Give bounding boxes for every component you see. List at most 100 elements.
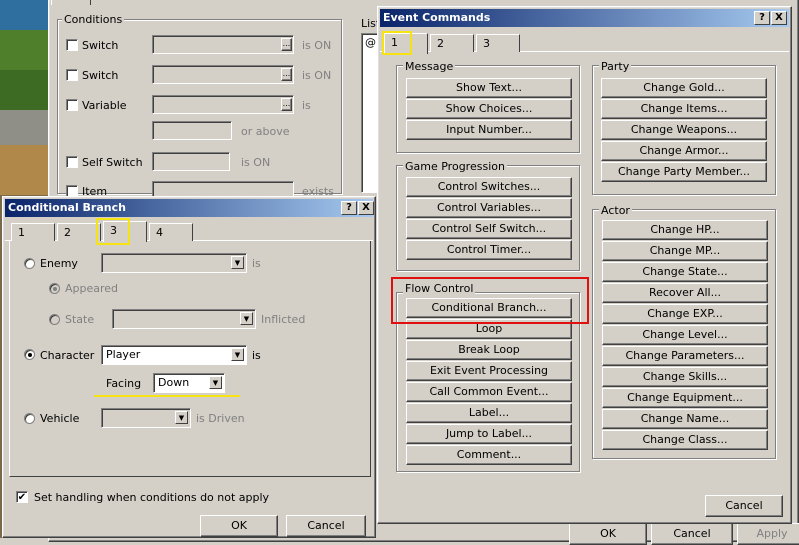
vehicle-radio[interactable] [24, 413, 35, 424]
variable-value-spinner[interactable] [152, 121, 232, 140]
help-button[interactable]: ? [754, 11, 770, 25]
vehicle-label: Vehicle [40, 412, 80, 425]
or-above-label: or above [241, 125, 290, 138]
change-level-button[interactable]: Change Level... [602, 325, 768, 345]
character-suffix: is [252, 349, 261, 362]
show-choices-button[interactable]: Show Choices... [406, 99, 572, 119]
switch2-browse-button[interactable]: ... [281, 68, 292, 81]
conditional-branch-titlebar: Conditional Branch [5, 199, 373, 217]
cb-tab-4[interactable]: 4 [149, 223, 193, 241]
switch2-suffix: is ON [302, 69, 332, 82]
character-radio[interactable] [24, 349, 35, 360]
change-parameters-button[interactable]: Change Parameters... [602, 346, 768, 366]
character-select[interactable]: Player [101, 345, 247, 365]
call-common-event-button[interactable]: Call Common Event... [406, 382, 572, 402]
handling-label: Set handling when conditions do not appl… [34, 491, 270, 504]
change-equipment-button[interactable]: Change Equipment... [602, 388, 768, 408]
event-commands-cancel-button[interactable]: Cancel [705, 495, 783, 517]
change-name-button[interactable]: Change Name... [602, 409, 768, 429]
variable-checkbox[interactable] [66, 99, 78, 111]
enemy-label: Enemy [40, 257, 78, 270]
event-commands-title: Event Commands [383, 11, 491, 24]
bg-tab[interactable] [51, 0, 91, 5]
close-icon[interactable]: X [771, 11, 787, 25]
state-radio[interactable] [49, 314, 60, 325]
tab-2[interactable]: 2 [430, 34, 474, 52]
change-armor-button[interactable]: Change Armor... [601, 141, 767, 161]
break-loop-button[interactable]: Break Loop [406, 340, 572, 360]
label-button[interactable]: Label... [406, 403, 572, 423]
message-label: Message [403, 60, 456, 73]
cb-close-icon[interactable]: X [358, 201, 374, 215]
jump-to-label-button[interactable]: Jump to Label... [406, 424, 572, 444]
show-text-button[interactable]: Show Text... [406, 78, 572, 98]
control-variables-button[interactable]: Control Variables... [406, 198, 572, 218]
switch1-suffix: is ON [302, 39, 332, 52]
tab-3[interactable]: 3 [476, 34, 520, 52]
appeared-radio[interactable] [49, 283, 60, 294]
change-state-button[interactable]: Change State... [602, 262, 768, 282]
switch1-checkbox[interactable] [66, 39, 78, 51]
character-dropdown-icon[interactable]: ▼ [231, 348, 244, 361]
change-mp-button[interactable]: Change MP... [602, 241, 768, 261]
change-skills-button[interactable]: Change Skills... [602, 367, 768, 387]
comment-button[interactable]: Comment... [406, 445, 572, 465]
conditions-label: Conditions [62, 13, 125, 26]
cb-ok-button[interactable]: OK [200, 515, 278, 537]
inflicted-label: Inflicted [261, 313, 306, 326]
conditional-branch-title: Conditional Branch [8, 201, 126, 214]
conditional-branch-window: Conditional Branch ? X 1 2 3 4 Enemy ▼ i… [2, 196, 376, 538]
cb-tab-2[interactable]: 2 [57, 223, 101, 241]
state-label: State [65, 313, 95, 326]
state-dropdown-icon[interactable]: ▼ [240, 312, 253, 325]
bg-apply-button[interactable]: Apply [737, 523, 799, 545]
change-exp-button[interactable]: Change EXP... [602, 304, 768, 324]
exit-event-processing-button[interactable]: Exit Event Processing [406, 361, 572, 381]
vehicle-dropdown-icon[interactable]: ▼ [175, 411, 188, 424]
switch1-browse-button[interactable]: ... [281, 38, 292, 51]
change-class-button[interactable]: Change Class... [602, 430, 768, 450]
switch2-label: Switch [82, 69, 119, 82]
enemy-suffix: is [252, 257, 261, 270]
cb-tab-1[interactable]: 1 [11, 223, 55, 241]
switch2-checkbox[interactable] [66, 69, 78, 81]
tile-grass [0, 30, 48, 70]
switch1-field [152, 35, 294, 54]
input-number-button[interactable]: Input Number... [406, 120, 572, 140]
bg-cancel-button[interactable]: Cancel [651, 523, 733, 545]
change-weapons-button[interactable]: Change Weapons... [601, 120, 767, 140]
facing-underline-highlight [94, 395, 240, 397]
control-timer-button[interactable]: Control Timer... [406, 240, 572, 260]
tile-wall [0, 145, 48, 195]
event-commands-window: Event Commands ? X 1 2 3 Message Show Te… [377, 6, 792, 524]
enemy-radio[interactable] [24, 258, 35, 269]
cb-help-button[interactable]: ? [341, 201, 357, 215]
facing-label: Facing [106, 377, 142, 390]
event-commands-titlebar: Event Commands [380, 9, 789, 27]
cb-cancel-button[interactable]: Cancel [286, 515, 366, 537]
handling-checkbox[interactable]: ✔ [16, 491, 28, 503]
self-switch-select[interactable] [152, 152, 230, 171]
self-switch-suffix: is ON [241, 156, 271, 169]
change-party-member-button[interactable]: Change Party Member... [601, 162, 767, 182]
enemy-select[interactable] [101, 253, 247, 273]
facing-dropdown-icon[interactable]: ▼ [209, 376, 222, 389]
change-items-button[interactable]: Change Items... [601, 99, 767, 119]
change-hp-button[interactable]: Change HP... [602, 220, 768, 240]
control-switches-button[interactable]: Control Switches... [406, 177, 572, 197]
switch1-label: Switch [82, 39, 119, 52]
variable-browse-button[interactable]: ... [281, 98, 292, 111]
state-select[interactable] [112, 309, 256, 329]
game-progression-label: Game Progression [403, 160, 507, 173]
enemy-dropdown-icon[interactable]: ▼ [231, 256, 244, 269]
recover-all-button[interactable]: Recover All... [602, 283, 768, 303]
character-value: Player [106, 348, 141, 361]
control-self-switch-button[interactable]: Control Self Switch... [406, 219, 572, 239]
tile-rock [0, 110, 48, 145]
self-switch-checkbox[interactable] [66, 156, 78, 168]
bg-ok-button[interactable]: OK [569, 523, 647, 545]
flow-control-highlight [391, 277, 589, 324]
change-gold-button[interactable]: Change Gold... [601, 78, 767, 98]
variable-field [152, 95, 294, 114]
party-label: Party [599, 60, 632, 73]
